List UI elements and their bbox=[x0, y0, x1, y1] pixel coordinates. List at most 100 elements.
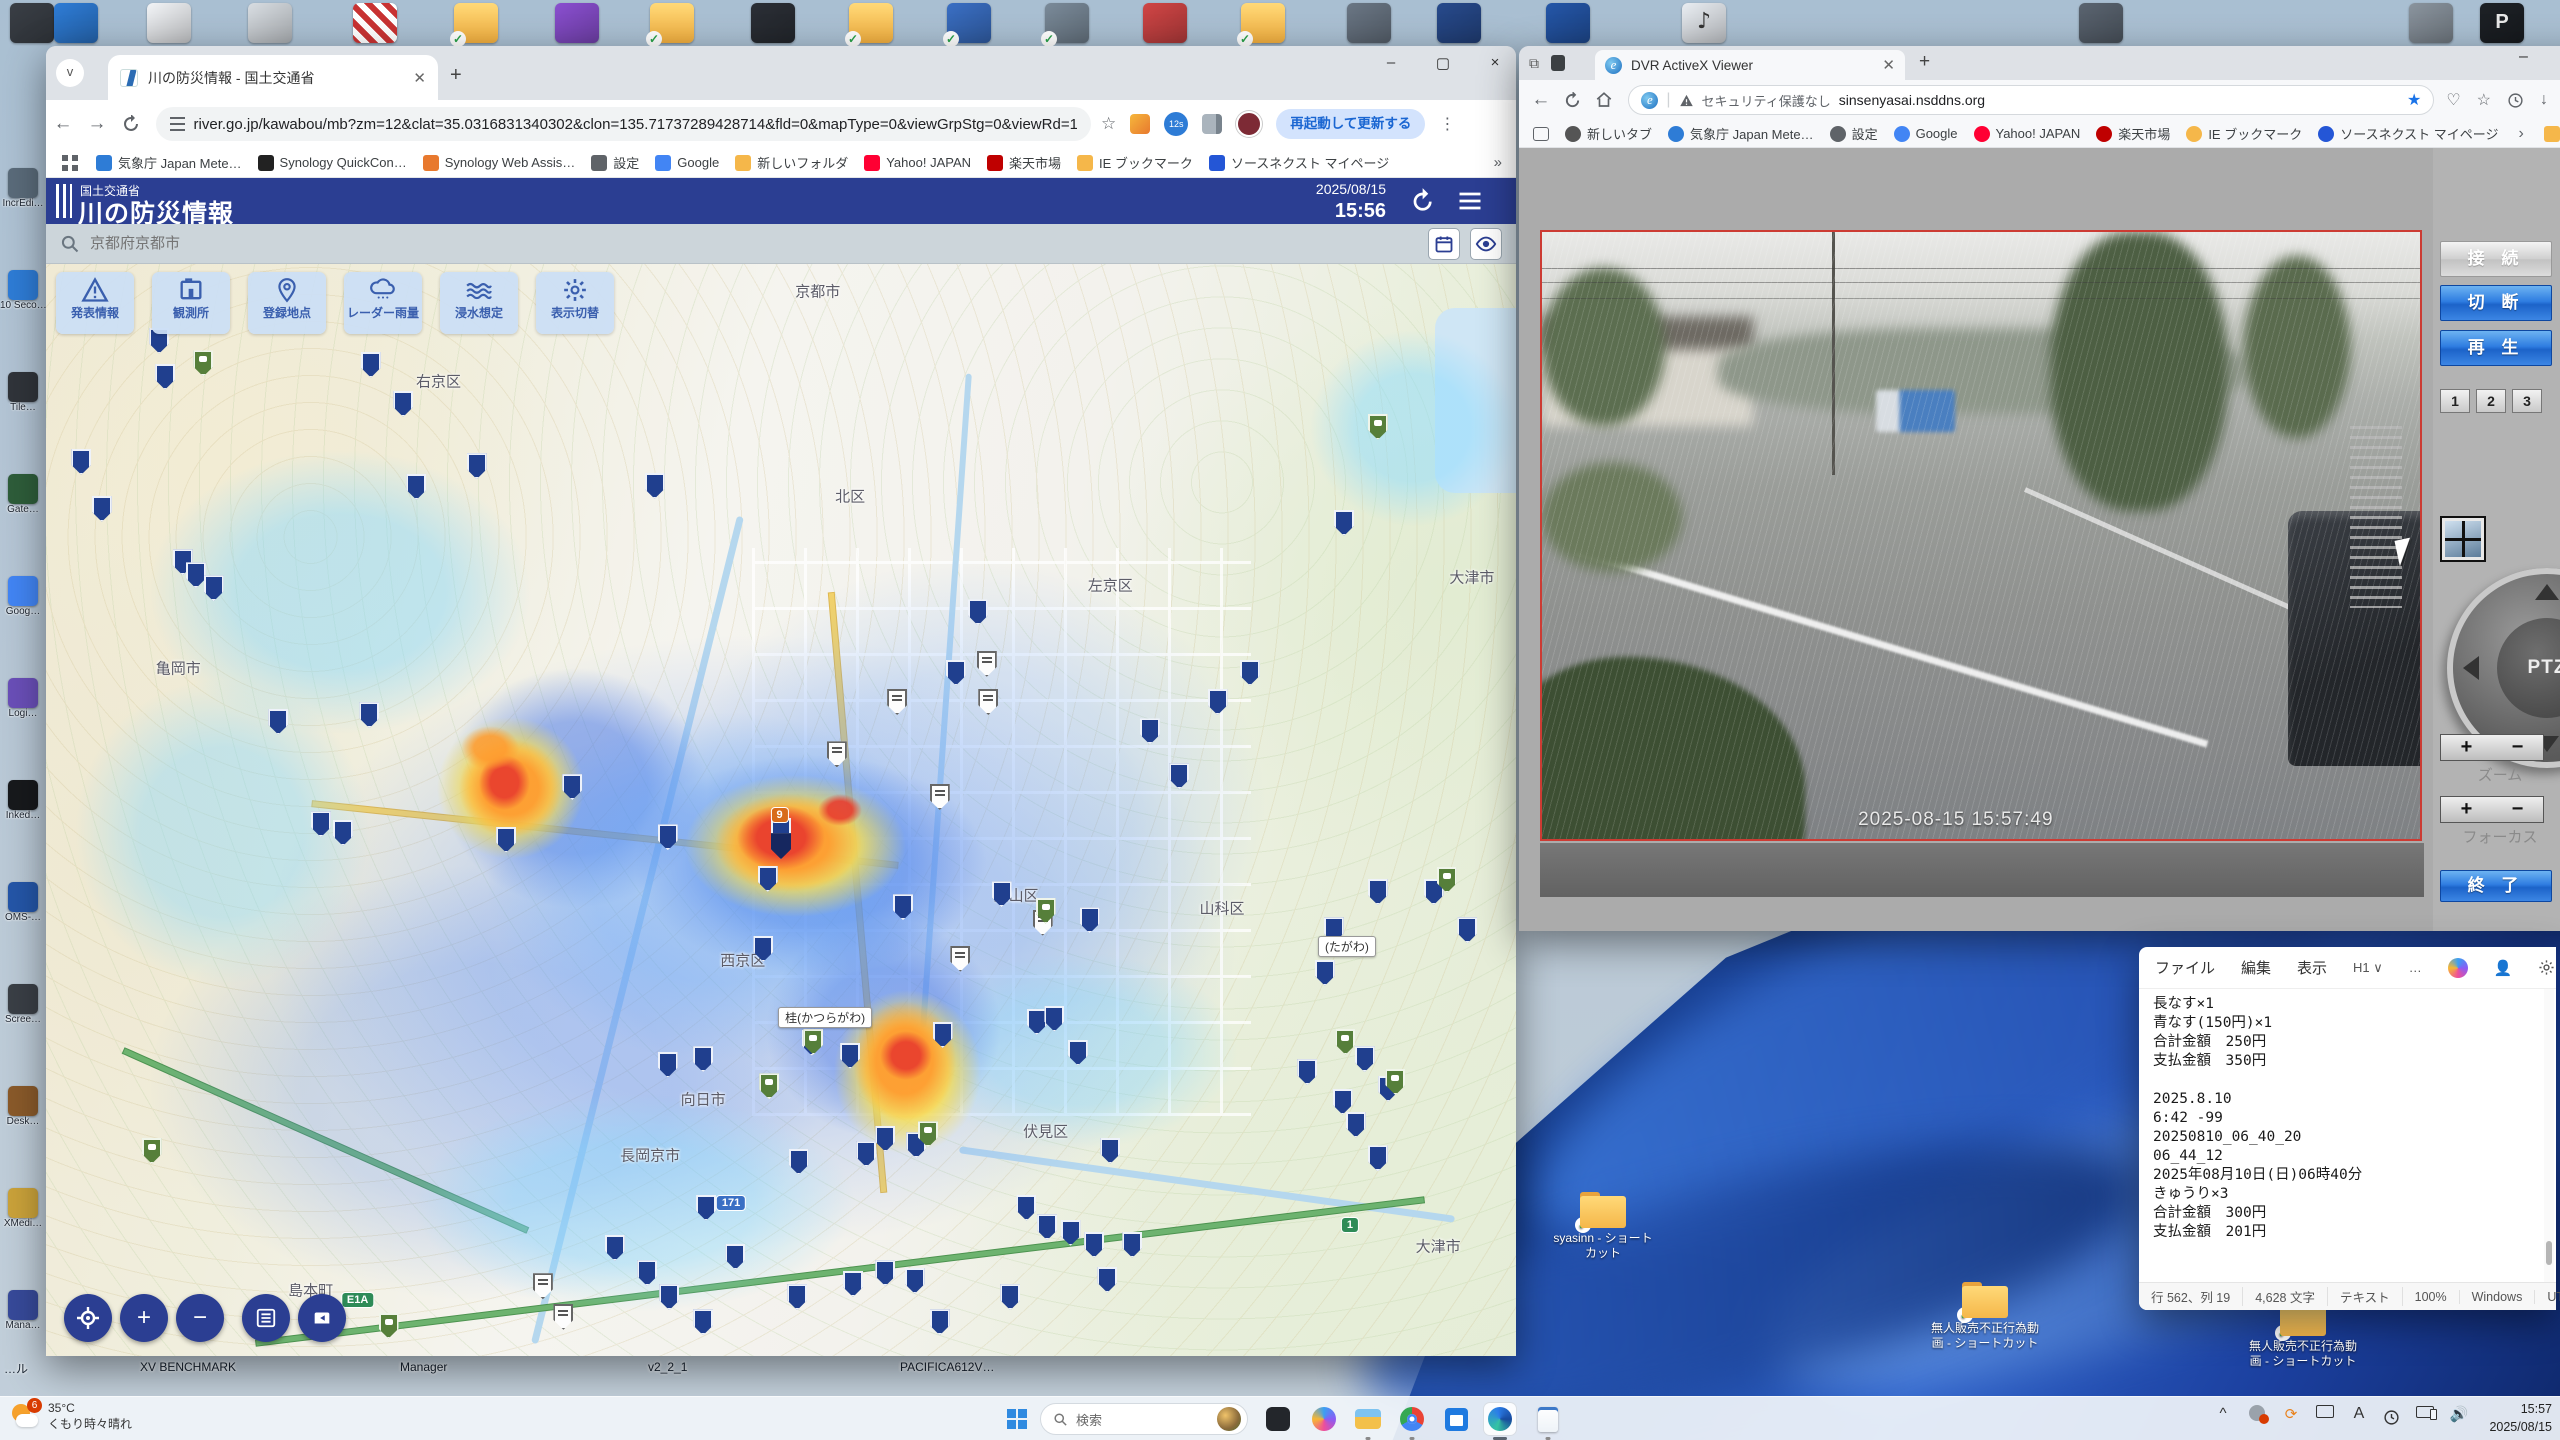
zoom-in-icon[interactable]: + bbox=[2441, 735, 2492, 760]
desktop-icon-app[interactable] bbox=[1546, 3, 1590, 43]
favorite-item[interactable]: IE ブックマーク bbox=[2178, 124, 2310, 143]
desktop-icon-label[interactable]: …ル bbox=[4, 1360, 28, 1377]
notepad-text-area[interactable]: 長なす×1 青なす(150円)×1 合計金額 250円 支払金額 350円 20… bbox=[2139, 989, 2542, 1282]
desktop-icon-label[interactable]: Manager bbox=[400, 1360, 447, 1374]
edge-new-tab-button[interactable]: + bbox=[1919, 51, 1930, 73]
favorites-overflow-icon[interactable]: › bbox=[2519, 125, 2524, 143]
desktop-left-icon[interactable]: OMS-… bbox=[0, 882, 46, 923]
refresh-icon[interactable] bbox=[1408, 187, 1438, 217]
map-tool-5[interactable]: 浸水想定 bbox=[440, 272, 518, 334]
favorite-star-icon[interactable]: ★ bbox=[2407, 90, 2421, 110]
timer-extension-badge[interactable]: 12s bbox=[1164, 112, 1189, 136]
start-button[interactable] bbox=[1001, 1403, 1033, 1435]
favorite-item[interactable]: 新しいタブ bbox=[1557, 124, 1660, 143]
favorite-item[interactable]: Google bbox=[1886, 125, 1966, 142]
desktop-icon-photo-check[interactable]: ✓ bbox=[1041, 3, 1089, 47]
desktop-icon-p-dark[interactable]: P bbox=[2480, 3, 2524, 43]
sidebar-toggle-icon[interactable] bbox=[1533, 126, 1549, 141]
style-dropdown[interactable]: H1 ∨ bbox=[2353, 960, 2383, 976]
close-button[interactable]: × bbox=[1482, 54, 1508, 72]
taskbar-search[interactable]: 検索 bbox=[1040, 1403, 1248, 1435]
menu-file[interactable]: ファイル bbox=[2155, 957, 2215, 978]
desktop-icon-app[interactable] bbox=[1437, 3, 1481, 43]
focus-out-icon[interactable]: − bbox=[2492, 797, 2543, 822]
edge-minimize-button[interactable]: – bbox=[2519, 48, 2528, 66]
copilot-icon[interactable] bbox=[2447, 957, 2468, 978]
notepad-scrollbar[interactable] bbox=[2544, 989, 2554, 1282]
site-settings-icon[interactable] bbox=[170, 117, 185, 131]
chrome-icon[interactable] bbox=[1396, 1403, 1428, 1440]
bookmark-item[interactable]: Google bbox=[647, 154, 727, 171]
relaunch-to-update-button[interactable]: 再起動して更新する bbox=[1276, 109, 1426, 139]
copilot-icon[interactable] bbox=[1308, 1403, 1340, 1435]
zoom-rocker[interactable]: + − bbox=[2440, 734, 2544, 761]
edge-tab-close-icon[interactable]: ✕ bbox=[1882, 56, 1895, 74]
favorite-item[interactable]: 設定 bbox=[1822, 124, 1886, 143]
menu-view[interactable]: 表示 bbox=[2297, 957, 2327, 978]
desktop-icon-film-check[interactable]: ✓ bbox=[943, 3, 991, 47]
profile-avatar[interactable] bbox=[1236, 111, 1263, 137]
desktop-icon-app[interactable] bbox=[1143, 3, 1187, 43]
desktop-icon-cpu[interactable] bbox=[751, 3, 795, 43]
browser-essentials-icon[interactable]: ♡ bbox=[2446, 90, 2460, 110]
tray-volume-icon[interactable]: 🔊 bbox=[2444, 1405, 2474, 1423]
tray-chevron-icon[interactable]: ^ bbox=[2208, 1405, 2238, 1422]
desktop-shortcut[interactable]: ✓ syasinn - ショートカット bbox=[1548, 1192, 1658, 1261]
favorites-bar-icon[interactable]: ☆ bbox=[2477, 90, 2491, 110]
tray-cast-icon[interactable] bbox=[2410, 1405, 2440, 1422]
downloads-icon[interactable]: ↓ bbox=[2540, 91, 2548, 109]
bookmarks-overflow-icon[interactable]: » bbox=[1494, 154, 1502, 171]
bookmark-item[interactable]: Yahoo! JAPAN bbox=[856, 154, 979, 171]
zoom-out-button[interactable]: − bbox=[176, 1294, 224, 1342]
favorites-folder[interactable]: そ… bbox=[2536, 124, 2560, 143]
bookmark-item[interactable]: 設定 bbox=[583, 153, 647, 172]
desktop-left-icon[interactable]: Tile… bbox=[0, 372, 46, 413]
chrome-active-tab[interactable]: 川の防災情報 - 国土交通省 ✕ bbox=[108, 55, 438, 100]
ptz-up-icon[interactable] bbox=[2535, 584, 2559, 600]
desktop-icon-label[interactable]: v2_2_1 bbox=[648, 1360, 687, 1374]
forward-icon[interactable]: → bbox=[80, 113, 114, 135]
favorite-item[interactable]: ソースネクスト マイページ bbox=[2310, 124, 2506, 143]
camera-feed[interactable]: 2025-08-15 15:57:49 bbox=[1540, 230, 2422, 841]
new-tab-button[interactable]: + bbox=[450, 64, 462, 87]
desktop-icon-app[interactable] bbox=[248, 3, 292, 43]
notepad-icon[interactable] bbox=[1532, 1403, 1564, 1440]
desktop-icon-label[interactable]: PACIFICA612V… bbox=[900, 1360, 994, 1374]
visibility-button[interactable] bbox=[1470, 227, 1502, 260]
desktop-icon-folder-check[interactable]: ✓ bbox=[845, 3, 893, 47]
account-icon[interactable]: 👤 bbox=[2494, 959, 2513, 977]
gps-locate-button[interactable] bbox=[64, 1294, 112, 1342]
address-bar[interactable]: river.go.jp/kawabou/mb?zm=12&clat=35.031… bbox=[156, 107, 1091, 141]
taskbar-clock[interactable]: 15:57 2025/08/15 bbox=[2489, 1401, 2552, 1436]
reload-icon[interactable] bbox=[114, 115, 148, 133]
bookmark-item[interactable]: 新しいフォルダ bbox=[727, 153, 856, 172]
tray-ime-keyboard-icon[interactable] bbox=[2310, 1405, 2340, 1422]
end-button[interactable]: 終 了 bbox=[2440, 870, 2552, 902]
desktop-icon-app[interactable] bbox=[2079, 3, 2123, 43]
home-icon[interactable] bbox=[1589, 91, 1621, 109]
desktop-left-icon[interactable]: IncrEdi… bbox=[0, 168, 46, 209]
connect-button[interactable]: 接 続 bbox=[2440, 241, 2552, 277]
desktop-shortcut[interactable]: ✓ 無人販売不正行為動画 - ショートカット bbox=[1930, 1282, 2040, 1351]
desktop-left-icon[interactable]: Scree… bbox=[0, 984, 46, 1025]
store-icon[interactable] bbox=[1440, 1403, 1472, 1435]
focus-in-icon[interactable]: + bbox=[2441, 797, 2492, 822]
legend-button[interactable] bbox=[242, 1294, 290, 1342]
desktop-left-icon[interactable]: Desk… bbox=[0, 1086, 46, 1127]
menu-kebab-icon[interactable]: ⋮ bbox=[1439, 114, 1455, 134]
bookmark-item[interactable]: 気象庁 Japan Mete… bbox=[88, 153, 250, 172]
desktop-icon-stripes[interactable] bbox=[353, 3, 397, 43]
tray-ime-mode[interactable]: A bbox=[2344, 1405, 2374, 1423]
file-explorer-icon[interactable] bbox=[1352, 1403, 1384, 1440]
tray-clock-app-icon[interactable] bbox=[2376, 1405, 2406, 1426]
desktop-shortcut[interactable]: ✓ 無人販売不正行為動画 - ショートカット bbox=[2248, 1300, 2358, 1369]
tray-sync-icon[interactable]: ⟳ bbox=[2276, 1405, 2306, 1423]
desktop-icon-photo[interactable] bbox=[1347, 3, 1391, 43]
channel-button-2[interactable]: 2 bbox=[2476, 389, 2506, 413]
ptz-left-icon[interactable] bbox=[2463, 656, 2479, 680]
channel-button-1[interactable]: 1 bbox=[2440, 389, 2470, 413]
desktop-icon-photo[interactable] bbox=[2409, 3, 2453, 43]
edge-address-bar[interactable]: e | セキュリティ保護なし sinsenyasai.nsddns.org ★ bbox=[1628, 85, 2435, 115]
tab-close-icon[interactable]: ✕ bbox=[413, 69, 426, 87]
focus-rocker[interactable]: + − bbox=[2440, 796, 2544, 823]
